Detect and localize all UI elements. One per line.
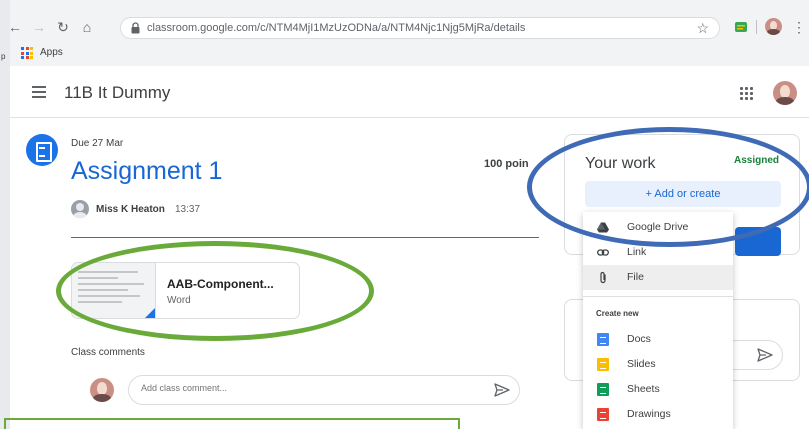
- menu-item-sheets[interactable]: Sheets: [583, 377, 733, 402]
- class-comment-input[interactable]: [141, 383, 471, 393]
- browser-profile-avatar[interactable]: [765, 18, 782, 35]
- private-send-icon[interactable]: [757, 348, 773, 362]
- browser-menu-icon[interactable]: ⋮: [790, 18, 808, 36]
- class-comments-label: Class comments: [71, 347, 145, 358]
- menu-item-slides[interactable]: Slides: [583, 352, 733, 377]
- reload-icon[interactable]: ↻: [54, 18, 72, 36]
- classroom-header: 11B It Dummy: [10, 70, 809, 118]
- hamburger-menu-icon[interactable]: [32, 86, 46, 98]
- account-avatar[interactable]: [773, 81, 797, 105]
- teacher-avatar-icon: [71, 200, 89, 218]
- lock-icon: [131, 22, 140, 34]
- url-text: classroom.google.com/c/NTM4MjI1MzUzODNa/…: [147, 22, 526, 34]
- navigation-row: ← → ↻ ⌂ classroom.google.com/c/NTM4MjI1M…: [0, 14, 809, 40]
- link-icon: [597, 249, 609, 256]
- toolbar-divider: [756, 20, 757, 34]
- create-new-label: Create new: [596, 309, 639, 318]
- attachment-highlight-ellipse: [56, 241, 374, 341]
- menu-item-docs[interactable]: Docs: [583, 327, 733, 352]
- your-work-highlight-ellipse: [527, 127, 809, 247]
- home-icon[interactable]: ⌂: [78, 18, 96, 36]
- menu-item-label: Drawings: [627, 408, 671, 420]
- left-window-edge: p: [0, 0, 10, 429]
- sheets-icon: [597, 383, 609, 396]
- address-bar[interactable]: classroom.google.com/c/NTM4MjI1MzUzODNa/…: [120, 17, 720, 39]
- menu-divider: [583, 296, 733, 297]
- menu-item-label: Sheets: [627, 383, 660, 395]
- due-date: Due 27 Mar: [71, 138, 124, 149]
- class-comment-box[interactable]: [128, 375, 520, 405]
- post-time: 13:37: [175, 204, 201, 215]
- drawings-icon: [597, 408, 609, 421]
- browser-toolbar: ← → ↻ ⌂ classroom.google.com/c/NTM4MjI1M…: [0, 0, 809, 66]
- apps-grid-icon[interactable]: [21, 47, 33, 59]
- google-apps-icon[interactable]: [740, 87, 753, 100]
- paperclip-icon: [600, 271, 606, 284]
- bookmarks-bar: Apps: [0, 44, 809, 64]
- annotation-box: [4, 418, 460, 429]
- left-edge-text: p: [1, 52, 6, 61]
- assignment-title: Assignment 1: [71, 157, 223, 185]
- assignment-icon: [26, 134, 58, 166]
- menu-item-file[interactable]: File: [583, 265, 733, 290]
- menu-item-label: Link: [627, 246, 647, 258]
- teacher-name: Miss K Heaton: [96, 204, 165, 215]
- menu-item-label: File: [627, 271, 644, 283]
- docs-icon: [597, 333, 609, 346]
- bookmark-star-icon[interactable]: ☆: [696, 20, 709, 37]
- assignment-divider: [71, 237, 539, 238]
- menu-item-label: Slides: [627, 358, 656, 370]
- apps-bookmark[interactable]: Apps: [40, 47, 63, 58]
- menu-item-label: Docs: [627, 333, 651, 345]
- points-label: 100 poin: [484, 158, 529, 170]
- class-title[interactable]: 11B It Dummy: [64, 83, 170, 103]
- slides-icon: [597, 358, 609, 371]
- forward-arrow-icon[interactable]: →: [30, 18, 48, 36]
- commenter-avatar: [90, 378, 114, 402]
- menu-item-drawings[interactable]: Drawings: [583, 402, 733, 427]
- send-icon[interactable]: [494, 383, 510, 397]
- extension-icon[interactable]: [733, 19, 749, 35]
